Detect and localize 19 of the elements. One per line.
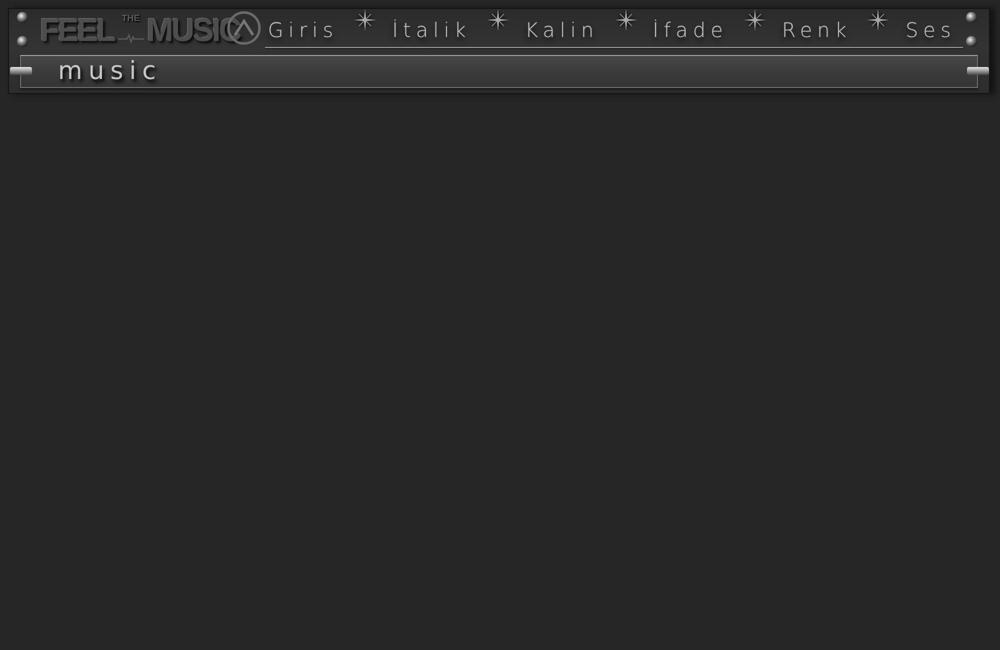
handle-icon — [967, 67, 989, 75]
nav-link[interactable]: Kalin — [524, 18, 599, 42]
sparkle-icon — [486, 9, 509, 31]
handle-icon — [10, 67, 32, 75]
nav-link[interactable]: İfade — [652, 18, 728, 42]
sparkle-icon — [744, 9, 766, 31]
rivet-icon — [966, 12, 977, 23]
rivet-icon — [17, 36, 28, 47]
sparkle-icon — [354, 9, 376, 31]
sparkle-icon — [614, 9, 637, 31]
sparkle-icon — [867, 9, 890, 31]
nav-link[interactable]: İtalik — [392, 18, 471, 42]
nav-link[interactable]: Renk — [782, 18, 852, 42]
bar-title: music — [57, 56, 163, 86]
nav-link[interactable]: Ses — [905, 18, 956, 42]
pulse-line-icon — [118, 33, 144, 43]
nav-link[interactable]: Giris — [268, 18, 338, 42]
rivet-icon — [17, 12, 28, 23]
rivet-icon — [966, 36, 977, 47]
